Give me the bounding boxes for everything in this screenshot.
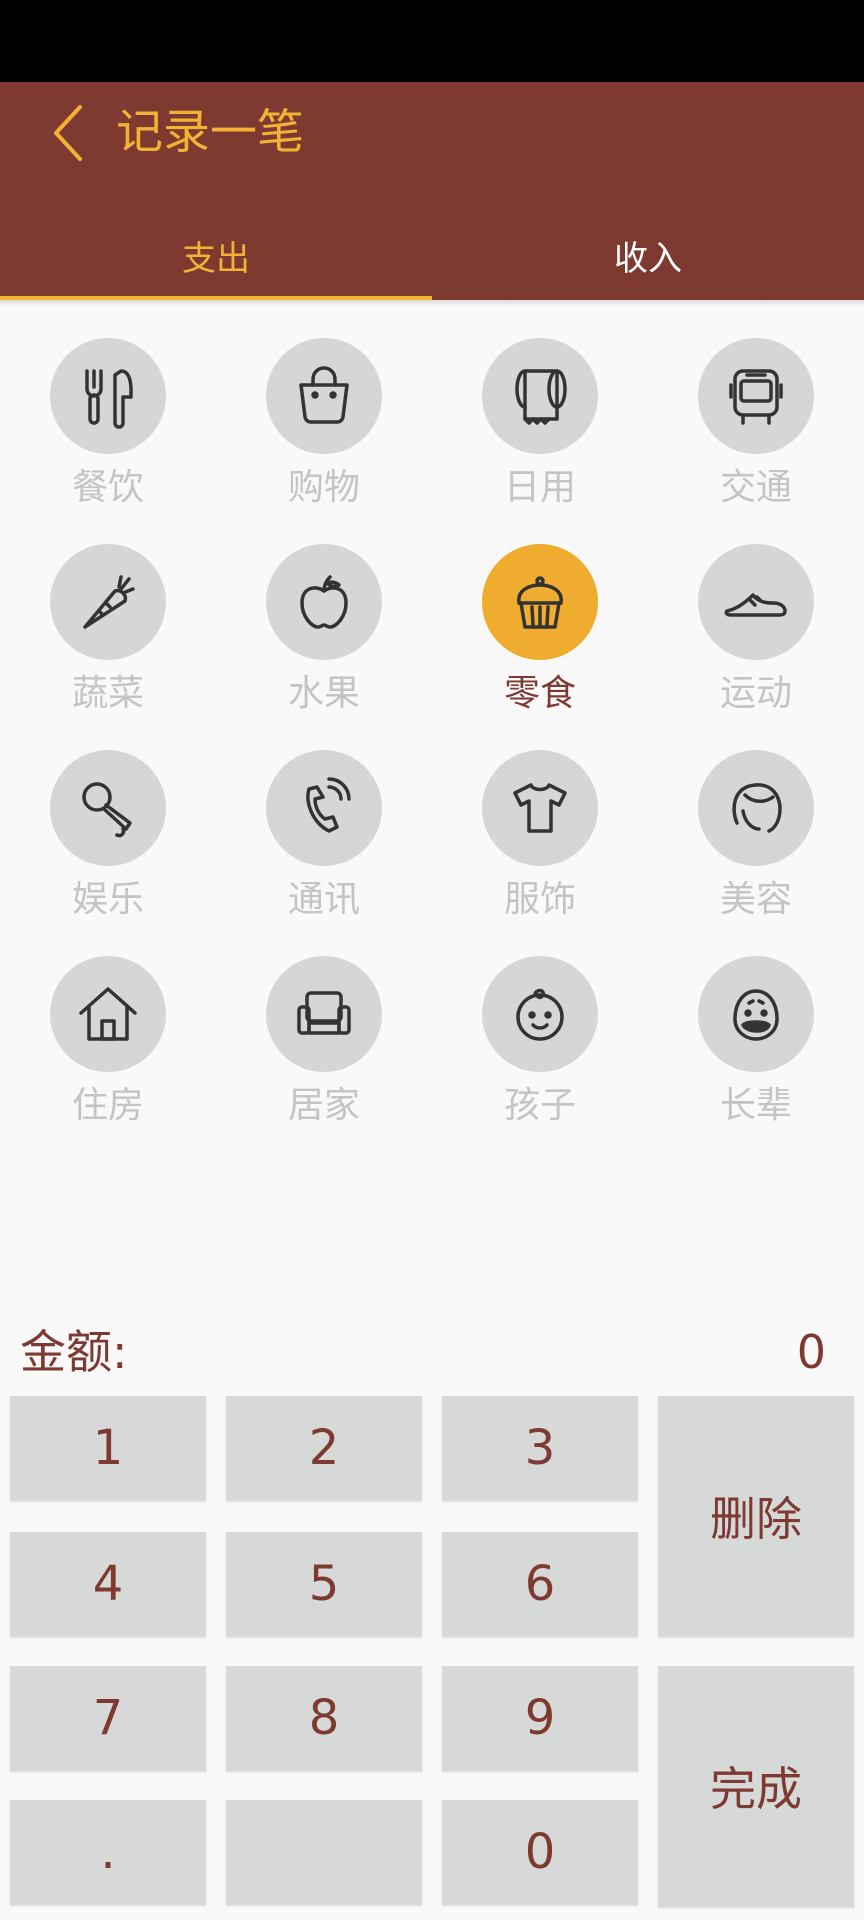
category-label: 服饰 — [503, 879, 576, 920]
carrot-icon — [83, 575, 135, 629]
category-label: 水果 — [287, 673, 360, 714]
amount-value: 0 — [796, 1325, 826, 1379]
bus-icon — [729, 369, 783, 425]
category-icon-circle — [266, 544, 382, 660]
category-item[interactable]: 长辈 — [648, 956, 864, 1126]
woman-face-icon — [732, 783, 782, 833]
key-2[interactable]: 2 — [226, 1396, 422, 1500]
category-item[interactable]: 孩子 — [432, 956, 648, 1126]
category-label: 日用 — [503, 467, 576, 508]
category-icon-circle — [50, 750, 166, 866]
category-item[interactable]: 运动 — [648, 544, 864, 714]
category-label: 餐饮 — [71, 467, 144, 508]
category-item[interactable]: 服饰 — [432, 750, 648, 920]
category-label: 娱乐 — [71, 879, 144, 920]
category-icon-circle — [50, 544, 166, 660]
phone-icon — [306, 777, 351, 833]
key-1[interactable]: 1 — [10, 1396, 206, 1500]
category-icon-circle — [698, 956, 814, 1072]
category-item[interactable]: 日用 — [432, 338, 648, 508]
category-item[interactable]: 通讯 — [216, 750, 432, 920]
category-icon-circle-selected — [482, 544, 598, 660]
category-icon-circle — [698, 544, 814, 660]
sneaker-icon — [724, 593, 787, 617]
category-item[interactable]: 交通 — [648, 338, 864, 508]
shopping-bag-icon — [299, 366, 349, 424]
armchair-icon — [297, 991, 351, 1035]
category-label: 蔬菜 — [71, 673, 144, 714]
category-item[interactable]: 蔬菜 — [0, 544, 216, 714]
status-bar — [0, 0, 864, 82]
toilet-roll-icon — [515, 369, 567, 425]
page-title: 记录一笔 — [116, 105, 304, 160]
key-3[interactable]: 3 — [442, 1396, 638, 1500]
done-button[interactable]: 完成 — [658, 1666, 854, 1906]
key-4[interactable]: 4 — [10, 1532, 206, 1636]
category-item[interactable]: 娱乐 — [0, 750, 216, 920]
key-decimal[interactable]: . — [10, 1800, 206, 1904]
chevron-left-icon — [54, 105, 82, 161]
microphone-icon — [82, 782, 132, 838]
fork-knife-icon — [85, 369, 133, 429]
category-item[interactable]: 零食 — [432, 544, 648, 714]
tab-income[interactable]: 收入 — [432, 210, 864, 300]
category-label: 孩子 — [503, 1085, 576, 1126]
category-icon-circle — [698, 338, 814, 454]
category-label: 交通 — [719, 467, 792, 508]
category-icon-circle — [50, 956, 166, 1072]
category-item[interactable]: 餐饮 — [0, 338, 216, 508]
category-icon-circle — [482, 956, 598, 1072]
back-button[interactable] — [40, 100, 96, 166]
category-icon-circle — [266, 338, 382, 454]
key-5[interactable]: 5 — [226, 1532, 422, 1636]
elder-face-icon — [733, 989, 779, 1041]
baby-face-icon — [516, 988, 564, 1041]
tab-expense[interactable]: 支出 — [0, 210, 432, 300]
category-icon-circle — [50, 338, 166, 454]
tshirt-icon — [513, 783, 567, 833]
category-label: 长辈 — [719, 1085, 792, 1126]
category-item[interactable]: 购物 — [216, 338, 432, 508]
key-9[interactable]: 9 — [442, 1666, 638, 1770]
delete-button[interactable]: 删除 — [658, 1396, 854, 1636]
category-icon-circle — [482, 750, 598, 866]
key-0[interactable]: 0 — [442, 1800, 638, 1904]
key-7[interactable]: 7 — [10, 1666, 206, 1770]
category-item[interactable]: 水果 — [216, 544, 432, 714]
category-item[interactable]: 美容 — [648, 750, 864, 920]
category-label: 居家 — [287, 1085, 360, 1126]
key-6[interactable]: 6 — [442, 1532, 638, 1636]
amount-label: 金额: — [20, 1325, 128, 1379]
category-label-selected: 零食 — [503, 673, 576, 714]
category-icon-circle — [266, 956, 382, 1072]
category-item[interactable]: 住房 — [0, 956, 216, 1126]
header-shadow — [0, 300, 864, 306]
category-icon-circle — [266, 750, 382, 866]
category-label: 美容 — [719, 879, 792, 920]
cupcake-icon — [517, 576, 563, 629]
category-icon-circle — [482, 338, 598, 454]
key-8[interactable]: 8 — [226, 1666, 422, 1770]
category-label: 运动 — [719, 673, 792, 714]
category-label: 住房 — [71, 1085, 144, 1126]
category-label: 购物 — [287, 467, 360, 508]
house-icon — [79, 987, 137, 1041]
category-item[interactable]: 居家 — [216, 956, 432, 1126]
key-blank[interactable] — [226, 1800, 422, 1904]
category-icon-circle — [698, 750, 814, 866]
category-label: 通讯 — [287, 879, 360, 920]
apple-icon — [300, 575, 348, 629]
